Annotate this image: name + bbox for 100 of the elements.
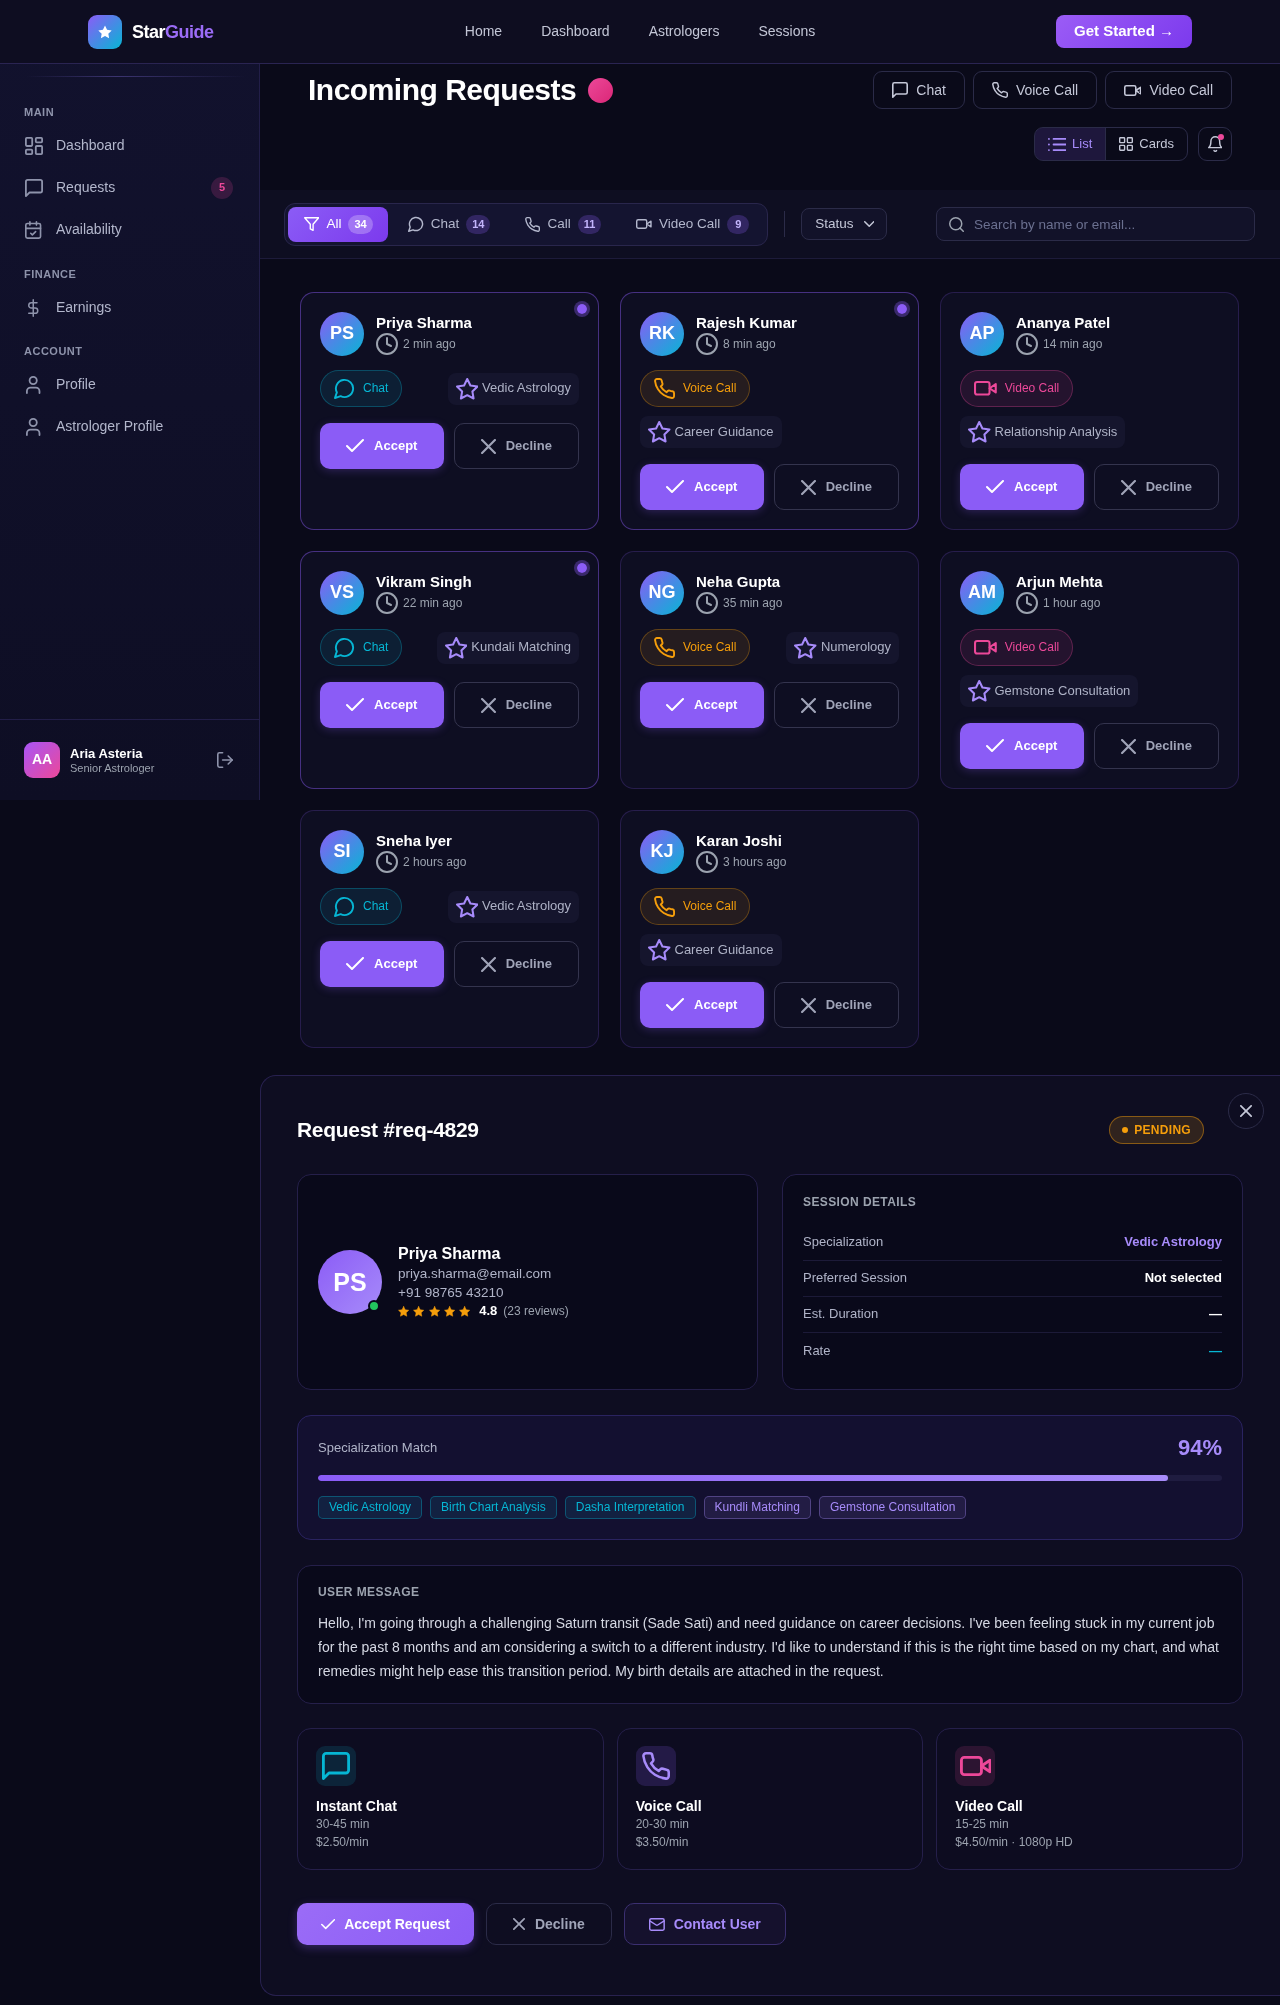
- requester-name: Vikram Singh: [376, 572, 472, 591]
- filter-tab[interactable]: Call 11: [509, 206, 617, 242]
- tab-count: 34: [348, 214, 373, 234]
- bell-icon: [1207, 136, 1223, 152]
- sidebar-item[interactable]: Astrologer Profile: [24, 406, 233, 448]
- clock-icon: [1016, 333, 1038, 355]
- filter-tab[interactable]: All 34: [288, 206, 388, 242]
- accept-button[interactable]: Accept: [320, 423, 444, 469]
- decline-button[interactable]: Decline: [773, 682, 899, 728]
- accept-button[interactable]: Accept: [640, 982, 764, 1028]
- skill-tag: Vedic Astrology: [318, 1496, 423, 1519]
- status-dropdown[interactable]: Status: [801, 208, 888, 240]
- sidebar-item[interactable]: Availability: [24, 209, 233, 251]
- decline-button[interactable]: Decline: [1093, 723, 1219, 769]
- requester-name: Rajesh Kumar: [696, 313, 797, 332]
- search-field[interactable]: Search by name or email...: [936, 207, 1255, 241]
- close-icon: [1240, 1105, 1252, 1117]
- tab-count: 11: [577, 214, 602, 234]
- x-icon: [1120, 479, 1136, 495]
- nav-link[interactable]: Dashboard: [541, 21, 610, 42]
- specialty-label: Gemstone Consultation: [994, 681, 1131, 700]
- decline-button[interactable]: Decline: [453, 423, 579, 469]
- decline-button[interactable]: Decline: [773, 464, 899, 510]
- rating-value: 4.8: [479, 1302, 498, 1321]
- chat-button[interactable]: Chat: [873, 71, 965, 109]
- accept-button[interactable]: Accept: [960, 723, 1084, 769]
- accept-request-button[interactable]: Accept Request: [297, 1903, 474, 1945]
- option-duration: 20-30 min: [635, 1816, 691, 1833]
- filter-tab[interactable]: Chat 14: [391, 206, 506, 242]
- decline-button[interactable]: Decline: [453, 682, 579, 728]
- decline-button[interactable]: Decline: [1093, 464, 1219, 510]
- skill-tag: Dasha Interpretation: [564, 1496, 696, 1519]
- option-duration: 30-45 min: [316, 1816, 371, 1833]
- decline-button[interactable]: Decline: [485, 1903, 612, 1945]
- page-title: Incoming Requests: [308, 72, 577, 108]
- sidebar-item[interactable]: Earnings: [24, 286, 233, 329]
- requester-name: Priya Sharma: [376, 313, 472, 332]
- phone-icon: [991, 82, 1008, 98]
- x-icon: [800, 479, 816, 495]
- user-avatar: KJ: [640, 830, 684, 874]
- sidebar-item[interactable]: Dashboard: [24, 125, 233, 167]
- dollar-icon: [28, 298, 39, 317]
- requester-name: Sneha Iyer: [376, 831, 453, 850]
- request-time: 2 hours ago: [403, 853, 467, 871]
- notifications-button[interactable]: [1198, 127, 1232, 161]
- accept-button[interactable]: Accept: [320, 941, 444, 987]
- accept-button[interactable]: Accept: [640, 682, 764, 728]
- star-icon: [398, 1306, 410, 1317]
- star-icon: [455, 895, 479, 918]
- session-type-label: Voice Call: [683, 639, 737, 656]
- video-camera-icon: [1124, 84, 1142, 96]
- video-camera-icon: [974, 381, 997, 396]
- sidebar-item[interactable]: Profile: [24, 364, 233, 406]
- contact-user-button[interactable]: Contact User: [623, 1903, 786, 1945]
- tab-count: 9: [727, 214, 750, 234]
- star-icon: [459, 1306, 471, 1317]
- brand-name[interactable]: StarGuide: [132, 20, 214, 43]
- view-option[interactable]: Cards: [1105, 128, 1187, 160]
- chat-bubble-icon: [334, 896, 355, 917]
- chat-bubble-icon: [407, 216, 424, 232]
- user-role: Senior Astrologer: [70, 760, 155, 775]
- user-avatar: PS: [318, 1250, 382, 1314]
- sidebar-item[interactable]: Requests 5: [24, 167, 233, 209]
- star-logo-icon[interactable]: [88, 14, 122, 49]
- user-avatar: SI: [320, 830, 364, 874]
- option-rate: $2.50/min: [316, 1834, 370, 1851]
- check-icon: [346, 957, 365, 971]
- get-started-button[interactable]: Get Started →: [1056, 15, 1192, 48]
- nav-link[interactable]: Astrologers: [648, 21, 720, 42]
- chat-bubble-icon: [892, 82, 909, 98]
- clock-icon: [376, 333, 398, 355]
- count-dot-icon: [588, 77, 614, 103]
- specialty-label: Numerology: [820, 638, 891, 657]
- detail-label: Rate: [803, 1341, 831, 1360]
- video-call-button[interactable]: Video Call: [1105, 71, 1232, 109]
- decline-button[interactable]: Decline: [773, 982, 899, 1028]
- check-icon: [346, 698, 365, 712]
- logout-icon[interactable]: [217, 752, 233, 768]
- view-option[interactable]: List: [1034, 128, 1106, 160]
- phone-icon: [525, 216, 541, 232]
- accept-button[interactable]: Accept: [960, 464, 1084, 510]
- section-heading: MAIN: [24, 106, 56, 119]
- accept-button[interactable]: Accept: [640, 464, 764, 510]
- option-title: Instant Chat: [316, 1797, 398, 1815]
- nav-link[interactable]: Sessions: [758, 21, 816, 42]
- skill-tag: Birth Chart Analysis: [430, 1496, 557, 1519]
- specialty-label: Career Guidance: [674, 940, 774, 959]
- session-type-label: Video Call: [1004, 380, 1060, 397]
- dialog-title: Request #req-4829: [297, 1117, 479, 1143]
- section-heading: ACCOUNT: [24, 345, 84, 358]
- detail-value: Not selected: [1144, 1269, 1222, 1288]
- video-camera-icon: [974, 640, 997, 655]
- star-icon: [648, 939, 671, 961]
- voice-call-button[interactable]: Voice Call: [972, 71, 1098, 109]
- star-icon: [413, 1306, 425, 1317]
- nav-link[interactable]: Home: [464, 21, 503, 42]
- star-icon: [443, 1306, 455, 1317]
- decline-button[interactable]: Decline: [453, 941, 579, 987]
- filter-tab[interactable]: Video Call 9: [620, 206, 765, 242]
- accept-button[interactable]: Accept: [320, 682, 444, 728]
